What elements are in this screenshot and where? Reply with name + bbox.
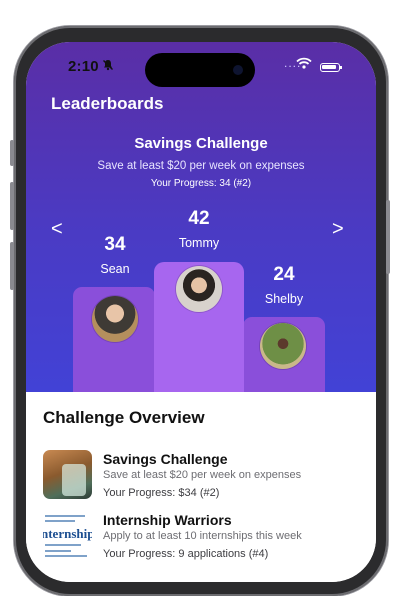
battery-icon — [320, 63, 342, 72]
app-screen: 2:10 .... Leaderboards Savings Challenge… — [26, 42, 376, 582]
avatar-shelby[interactable] — [260, 323, 306, 369]
podium-name-second: Sean — [100, 262, 130, 276]
mute-switch — [10, 140, 14, 166]
next-challenge-button[interactable]: > — [332, 218, 344, 241]
podium-score-second: 34 — [104, 234, 126, 255]
internship-wordcloud-thumbnail: nternship — [43, 511, 92, 560]
savings-jar-thumbnail — [43, 450, 92, 499]
podium-name-third: Shelby — [264, 292, 304, 306]
podium-score-third: 24 — [273, 264, 295, 285]
podium-name-first: Tommy — [178, 236, 220, 250]
previous-challenge-button[interactable]: < — [51, 218, 63, 241]
volume-up-button — [10, 182, 14, 230]
challenge-title: Savings Challenge — [134, 135, 268, 152]
dynamic-island — [145, 53, 255, 87]
leaderboard-hero: 2:10 .... Leaderboards Savings Challenge… — [26, 42, 376, 397]
challenge-row-title: Savings Challenge — [103, 451, 228, 467]
challenge-row-description: Apply to at least 10 internships this we… — [103, 530, 302, 542]
wifi-icon — [296, 56, 312, 74]
camera-icon — [233, 65, 243, 75]
challenge-row-progress: Your Progress: $34 (#2) — [103, 487, 220, 499]
volume-down-button — [10, 242, 14, 290]
challenge-description: Save at least $20 per week on expenses — [97, 160, 305, 172]
page-title: Leaderboards — [51, 94, 164, 113]
challenge-row-progress: Your Progress: 9 applications (#4) — [103, 548, 269, 560]
overview-title: Challenge Overview — [43, 408, 205, 427]
challenge-row-internship[interactable]: nternship Internship Warriors Apply to a… — [43, 511, 363, 565]
challenge-row-description: Save at least $20 per week on expenses — [103, 469, 302, 481]
bell-slash-icon — [102, 59, 114, 74]
status-time: 2:10 — [68, 58, 99, 75]
avatar-sean[interactable] — [92, 296, 138, 342]
challenge-overview-panel: Challenge Overview Savings Challenge Sav… — [26, 392, 376, 582]
challenge-row-savings[interactable]: Savings Challenge Save at least $20 per … — [43, 450, 363, 504]
challenge-row-title: Internship Warriors — [103, 512, 232, 528]
power-button — [386, 200, 390, 274]
podium-score-first: 42 — [188, 208, 210, 229]
thumbnail-word: nternship — [43, 526, 92, 541]
avatar-tommy[interactable] — [176, 266, 222, 312]
status-bar: 2:10 .... — [26, 42, 376, 92]
challenge-progress: Your Progress: 34 (#2) — [150, 178, 252, 189]
